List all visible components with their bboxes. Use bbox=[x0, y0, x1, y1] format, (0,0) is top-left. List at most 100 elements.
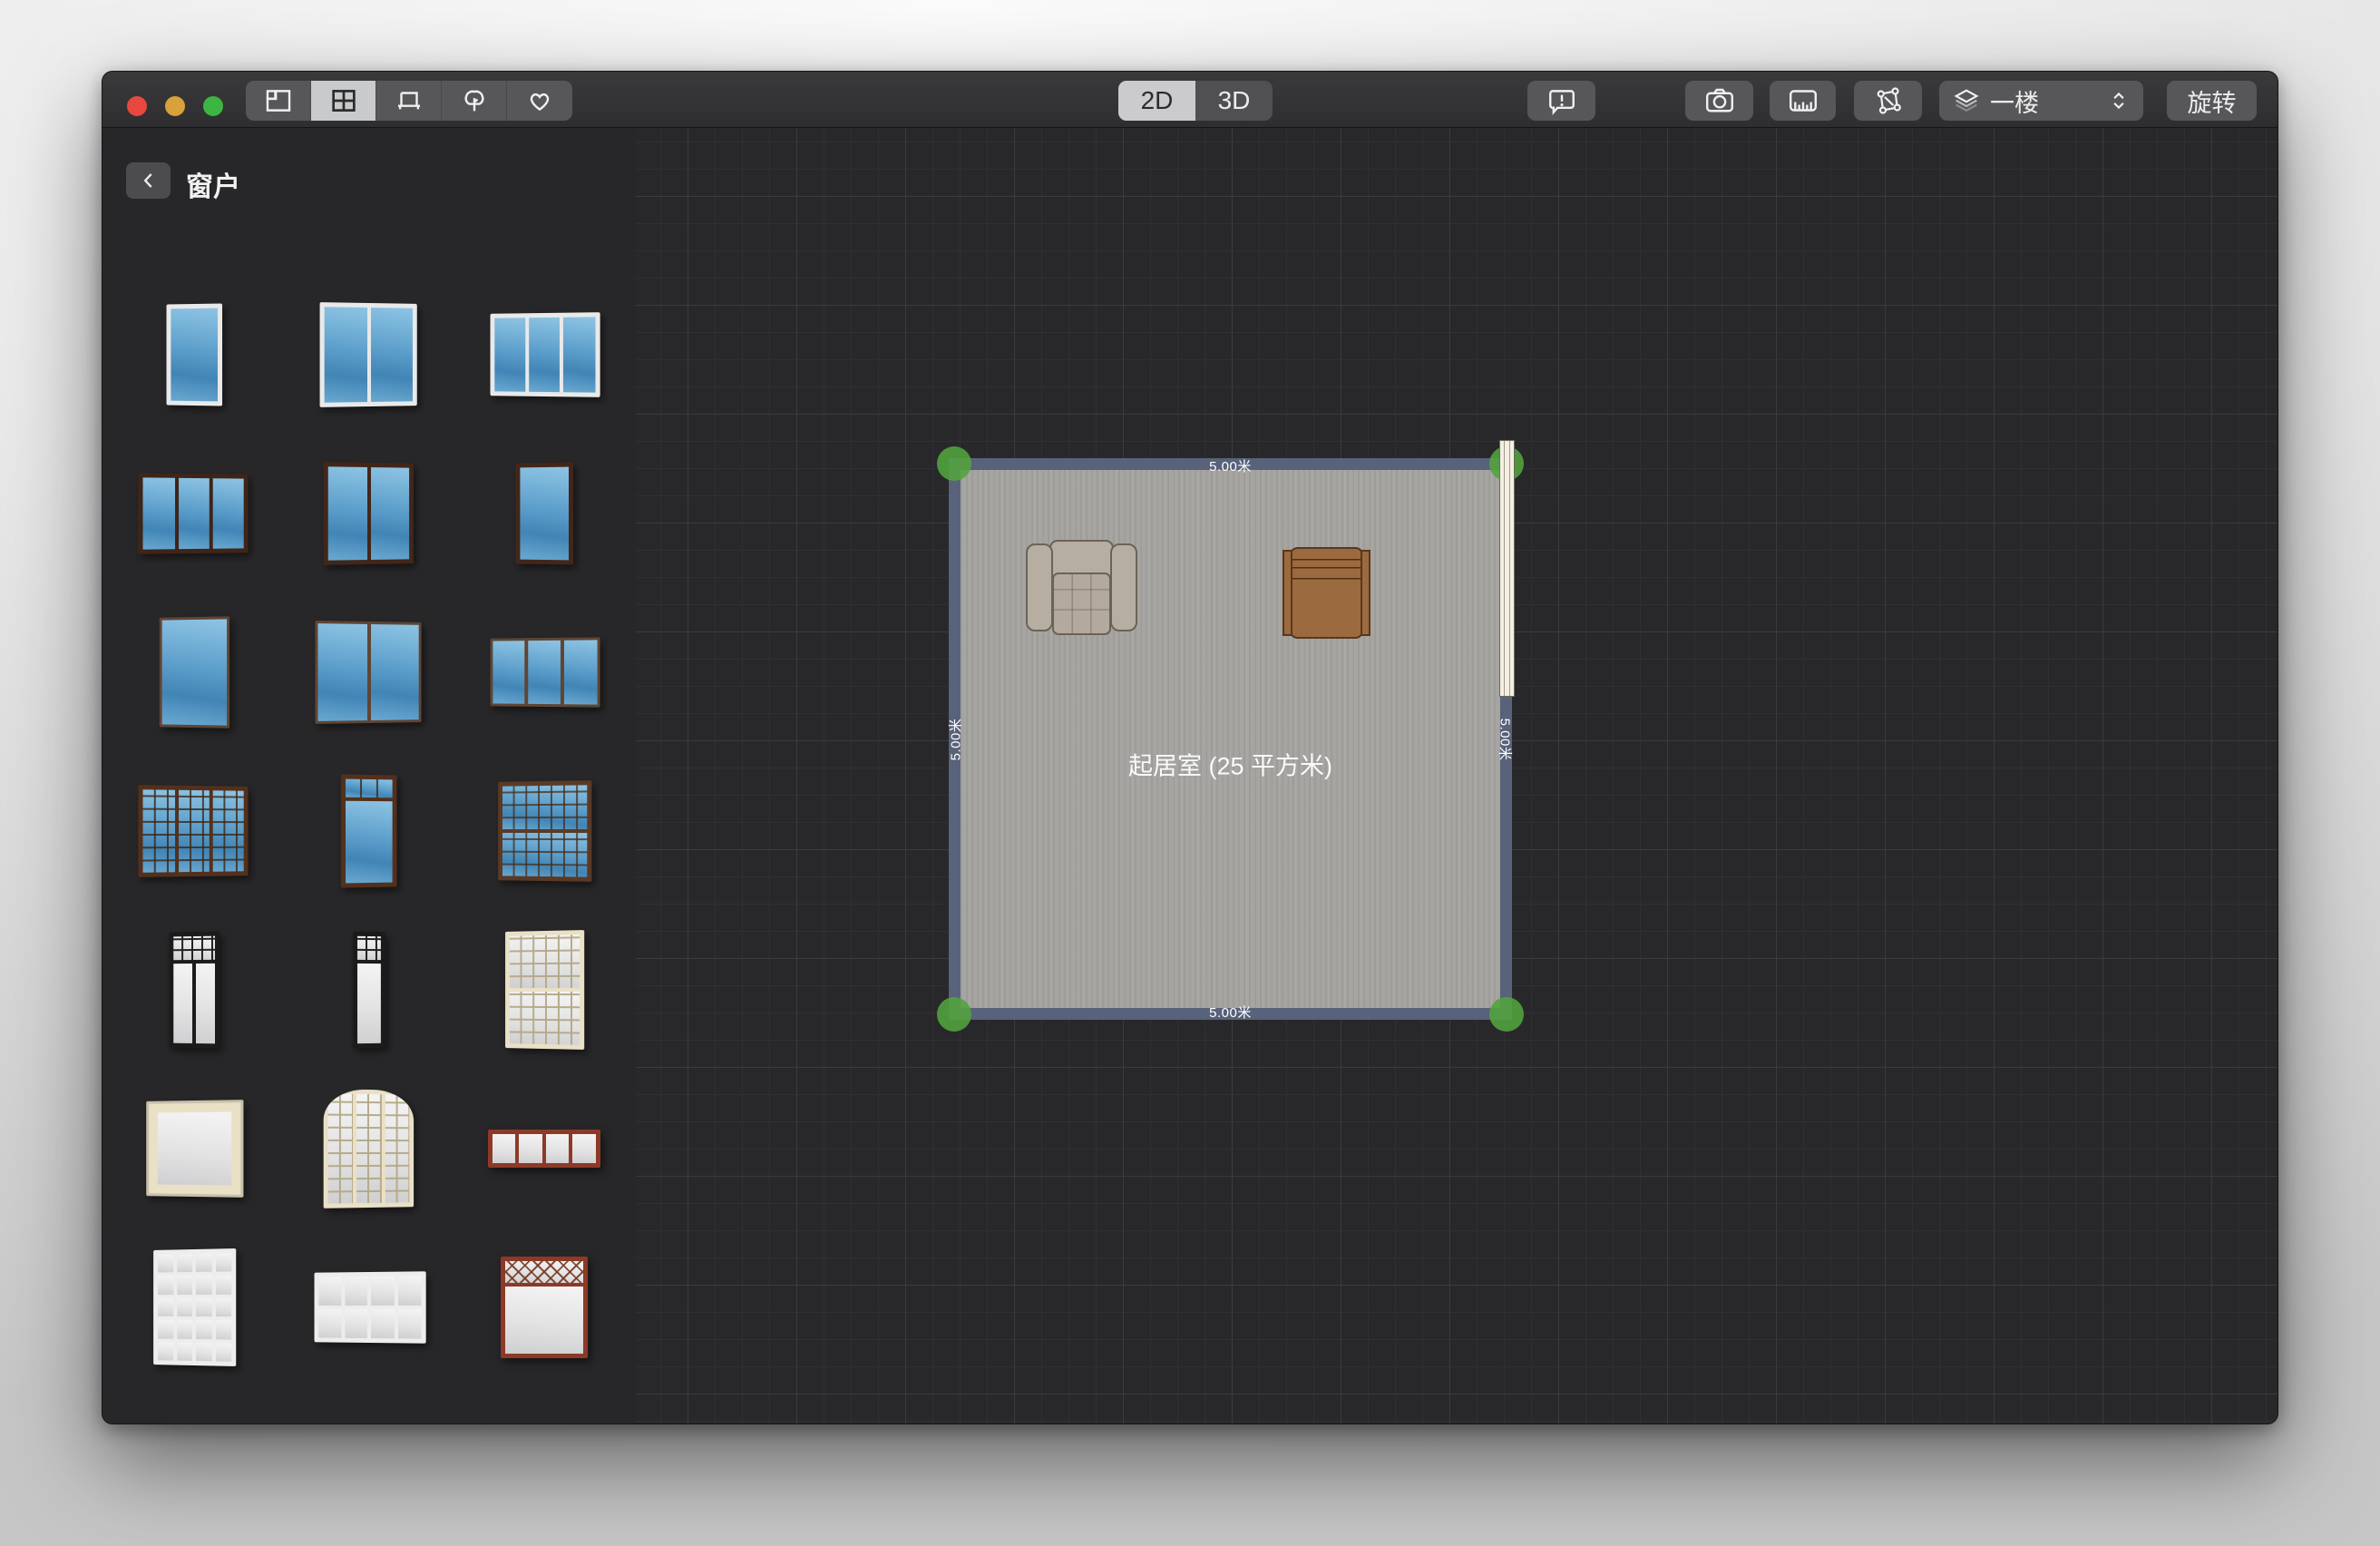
window-model-grid-4x2-white bbox=[314, 1271, 425, 1343]
window-pane bbox=[318, 1277, 341, 1306]
window-model-casement-3-dark bbox=[138, 473, 248, 554]
window-thumbnail-transom-brown[interactable] bbox=[281, 751, 456, 910]
windows-tool-button[interactable] bbox=[311, 81, 376, 121]
back-button[interactable] bbox=[126, 162, 171, 199]
window-thumbnail-arched-cream[interactable] bbox=[281, 1069, 456, 1228]
window-pane bbox=[327, 466, 366, 560]
view-3d-button[interactable]: 3D bbox=[1195, 81, 1273, 121]
window-thumbnail-craftsman-1-black[interactable] bbox=[281, 910, 456, 1069]
window-model-slider-3-pane bbox=[490, 637, 600, 707]
window-pane bbox=[563, 640, 597, 704]
floor-selector-dropdown[interactable]: 一楼 bbox=[1939, 81, 2143, 121]
dimension-label-bottom: 5.00米 bbox=[1209, 1003, 1252, 1022]
window-pane bbox=[546, 1134, 570, 1163]
edit-contour-button[interactable] bbox=[1854, 81, 1922, 121]
room-corner-handle-top-left[interactable] bbox=[937, 446, 971, 481]
alert-notes-button[interactable] bbox=[1527, 81, 1595, 121]
window-thumbnail-strip-4-red[interactable] bbox=[456, 1069, 631, 1228]
window-thumbnail-deep-frame-cream[interactable] bbox=[106, 1069, 281, 1228]
window-pane bbox=[493, 641, 524, 704]
floor-plan-canvas[interactable]: 5.00米 5.00米 5.00米 5.00米 起居室 (25 平方米) bbox=[636, 128, 2278, 1424]
window-model-casement-2-white bbox=[319, 302, 416, 407]
window-model-strip-4-red bbox=[488, 1130, 600, 1168]
window-pane bbox=[215, 1275, 231, 1294]
window-pane bbox=[344, 1308, 366, 1337]
window-model-transom-brown bbox=[340, 774, 396, 887]
window-pane bbox=[195, 1253, 210, 1272]
building-tool-button[interactable] bbox=[246, 81, 311, 121]
sofa-chair[interactable] bbox=[1283, 547, 1370, 639]
dimension-label-right: 5.00米 bbox=[1497, 718, 1516, 760]
minimize-button[interactable] bbox=[165, 96, 185, 116]
window-thumbnail-casement-1-white[interactable] bbox=[106, 275, 281, 434]
window-thumbnail-craftsman-2-black[interactable] bbox=[106, 910, 281, 1069]
rotate-button[interactable]: 旋转 bbox=[2167, 81, 2257, 121]
window-model-deep-frame-cream bbox=[146, 1100, 243, 1198]
window-thumbnail-casement-2-dark[interactable] bbox=[281, 434, 456, 592]
heart-icon bbox=[524, 85, 555, 116]
window-pane bbox=[176, 1342, 191, 1361]
window-pane bbox=[370, 1309, 394, 1338]
window-model-craftsman-1-black bbox=[353, 931, 385, 1048]
window-thumbnail-diamond-top-red[interactable] bbox=[456, 1228, 631, 1386]
window-pane bbox=[528, 317, 559, 391]
window-pane bbox=[157, 1276, 172, 1294]
window-thumbnail-casement-3-white[interactable] bbox=[456, 275, 631, 434]
window-pane bbox=[370, 467, 408, 560]
window-pane bbox=[176, 1320, 191, 1338]
window-pane bbox=[528, 640, 561, 703]
close-button[interactable] bbox=[127, 96, 147, 116]
window-pane bbox=[157, 1342, 172, 1360]
camera-icon bbox=[1703, 84, 1736, 117]
window-thumbnail-double-hung-brown[interactable] bbox=[456, 751, 631, 910]
wall-window[interactable] bbox=[1499, 440, 1515, 697]
window-top-band bbox=[357, 935, 381, 959]
window-thumbnail-grid-4x5-white[interactable] bbox=[106, 1228, 281, 1386]
window-pane bbox=[345, 800, 392, 883]
plants-tool-button[interactable] bbox=[442, 81, 507, 121]
tree-tool-icon bbox=[459, 85, 490, 116]
window-pane bbox=[509, 991, 579, 1044]
snapshot-button[interactable] bbox=[1685, 81, 1753, 121]
chevron-left-icon bbox=[137, 169, 161, 192]
window-pane bbox=[505, 1287, 583, 1354]
desktop-background: 2D 3D bbox=[0, 0, 2380, 1546]
window-pane bbox=[370, 624, 418, 720]
window-thumbnail-slider-3-pane[interactable] bbox=[456, 592, 631, 751]
window-thumbnail-double-hung-cream[interactable] bbox=[456, 910, 631, 1069]
window-thumbnail-slider-2-pane[interactable] bbox=[281, 592, 456, 751]
window-pane bbox=[195, 963, 214, 1043]
window-top-band bbox=[345, 778, 392, 797]
sofa-chair-right-arm bbox=[1361, 550, 1370, 636]
room-label: 起居室 (25 平方米) bbox=[1128, 747, 1332, 782]
room-corner-handle-bottom-left[interactable] bbox=[937, 997, 971, 1032]
window-pane bbox=[327, 1093, 353, 1203]
measure-button[interactable] bbox=[1770, 81, 1836, 121]
window-pane bbox=[370, 308, 412, 402]
room[interactable]: 5.00米 5.00米 5.00米 5.00米 起居室 (25 平方米) bbox=[949, 458, 1512, 1020]
window-pane bbox=[356, 1093, 381, 1202]
room-corner-handle-bottom-right[interactable] bbox=[1489, 997, 1524, 1032]
titlebar: 2D 3D bbox=[102, 72, 2278, 128]
window-pane bbox=[142, 477, 174, 549]
window-pane bbox=[176, 1297, 191, 1316]
view-2d-button[interactable]: 2D bbox=[1118, 81, 1195, 121]
window-model-diamond-top-red bbox=[501, 1257, 588, 1358]
window-pane bbox=[509, 934, 579, 988]
layers-icon bbox=[1952, 86, 1981, 115]
window-thumbnail-grid-4x2-white[interactable] bbox=[281, 1228, 456, 1386]
favorites-tool-button[interactable] bbox=[507, 81, 572, 121]
furniture-tool-button[interactable] bbox=[376, 81, 442, 121]
window-thumbnail-casement-1-dark[interactable] bbox=[456, 434, 631, 592]
window-pane bbox=[213, 790, 244, 871]
window-top-band bbox=[505, 1261, 583, 1283]
window-thumbnail-casement-2-white[interactable] bbox=[281, 275, 456, 434]
armchair-left-arm bbox=[1026, 543, 1053, 631]
window-thumbnail-grid-3-brown[interactable] bbox=[106, 751, 281, 910]
window-thumbnail-picture-window[interactable] bbox=[106, 592, 281, 751]
window-thumbnail-casement-3-dark[interactable] bbox=[106, 434, 281, 592]
zoom-button[interactable] bbox=[203, 96, 223, 116]
armchair[interactable] bbox=[1026, 540, 1137, 635]
window-model-double-hung-cream bbox=[505, 930, 584, 1050]
window-pane bbox=[178, 477, 209, 548]
